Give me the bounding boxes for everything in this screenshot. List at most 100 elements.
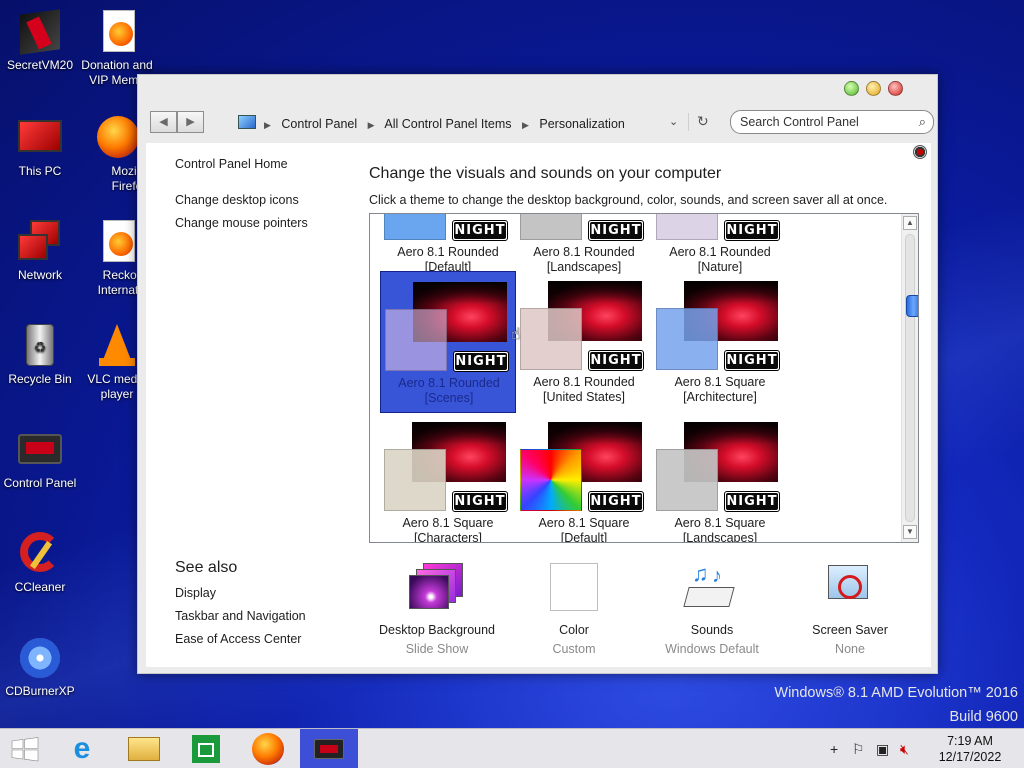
close-button[interactable] (888, 81, 903, 96)
night-badge-text: NIGHT (726, 352, 778, 369)
flag-icon[interactable]: ⚐ (852, 741, 865, 758)
theme-item[interactable]: NIGHT Aero 8.1 Square [Default] (516, 412, 652, 543)
see-also-ease-of-access[interactable]: Ease of Access Center (175, 632, 301, 646)
theme-label: Aero 8.1 Square [Default] (538, 516, 630, 543)
taskbar-control-panel[interactable] (300, 729, 358, 768)
monitor-icon (16, 114, 64, 162)
sounds-item[interactable]: ♫ ♪ Sounds Windows Default (642, 561, 782, 656)
night-badge-text: NIGHT (455, 353, 507, 370)
desktop-background-item[interactable]: Desktop Background Slide Show (367, 563, 507, 656)
scroll-down-icon[interactable]: ▼ (903, 525, 917, 539)
see-also-taskbar-navigation[interactable]: Taskbar and Navigation (175, 609, 306, 623)
refresh-icon[interactable]: ↻ (697, 113, 709, 130)
theme-color-swatch (384, 449, 446, 511)
screen-saver-icon (822, 563, 878, 615)
firefox-document-icon (93, 218, 141, 266)
night-badge: NIGHT (588, 350, 644, 371)
taskbar-store[interactable] (180, 729, 232, 768)
forward-button[interactable]: ▶ (177, 111, 204, 133)
address-divider (688, 113, 689, 131)
color-value: Custom (552, 642, 596, 656)
desktop-icon-label: Network (17, 268, 62, 282)
desktop-icon-recycle-bin[interactable]: ♻ Recycle Bin (0, 322, 80, 387)
taskbar-firefox[interactable] (242, 729, 294, 768)
windows-version-watermark: Windows® 8.1 AMD Evolution™ 2016 (774, 685, 1018, 701)
screen-saver-value: None (835, 642, 865, 656)
desktop-icon-label: Control Panel (3, 476, 77, 490)
theme-item[interactable]: NIGHT Aero 8.1 Rounded [United States] (516, 271, 652, 413)
night-badge-text: NIGHT (454, 493, 506, 510)
screen-saver-item[interactable]: Screen Saver None (780, 563, 920, 656)
taskbar-internet-explorer[interactable]: e (56, 729, 108, 768)
theme-item-selected[interactable]: NIGHT Aero 8.1 Rounded [Scenes] (380, 271, 516, 413)
clock[interactable]: 7:19 AM 12/17/2022 (930, 733, 1010, 765)
scroll-up-icon[interactable]: ▲ (903, 216, 917, 230)
theme-color-swatch (656, 449, 718, 511)
desktop-background-label: Desktop Background (378, 623, 496, 637)
desktop-icon-cdburnerxp[interactable]: CDBurnerXP (0, 634, 80, 699)
music-note-icon: ♫ (692, 561, 709, 586)
theme-color-swatch (520, 308, 582, 370)
desktop-icon-secretvm[interactable]: SecretVM20 (0, 8, 80, 73)
start-button[interactable] (0, 729, 52, 768)
desktop-icon-control-panel[interactable]: Control Panel (0, 426, 80, 491)
breadcrumb-personalization[interactable]: Personalization (539, 117, 624, 131)
theme-list: NIGHT Aero 8.1 Rounded [Default] NIGHT Ae… (369, 213, 919, 543)
search-placeholder: Search Control Panel (740, 115, 859, 129)
taskbar-file-explorer[interactable] (118, 729, 170, 768)
back-button[interactable]: ◀ (150, 111, 177, 133)
search-input[interactable]: Search Control Panel ⌕ (730, 110, 934, 134)
theme-item[interactable]: NIGHT Aero 8.1 Square [Architecture] (652, 271, 788, 413)
theme-color-swatch (384, 214, 446, 240)
desktop-icon-label: Recycle Bin (8, 372, 72, 386)
sidebar-link-control-panel-home[interactable]: Control Panel Home (175, 157, 288, 171)
night-badge: NIGHT (452, 220, 508, 241)
night-badge: NIGHT (453, 351, 509, 372)
volume-muted-icon[interactable]: 🔇︎ (900, 741, 909, 758)
show-hidden-icons[interactable]: + (830, 741, 838, 757)
night-badge-text: NIGHT (590, 222, 642, 239)
firefox-icon (252, 733, 284, 765)
breadcrumb-separator-icon: ▶ (367, 120, 375, 130)
breadcrumb-control-panel[interactable]: Control Panel (281, 117, 357, 131)
minimize-button[interactable] (866, 81, 881, 96)
sounds-value: Windows Default (665, 642, 759, 656)
breadcrumb-separator-icon: ▶ (521, 120, 529, 130)
page-title: Change the visuals and sounds on your co… (369, 165, 722, 182)
scrollbar-thumb[interactable] (906, 295, 918, 317)
desktop-icon-network[interactable]: Network (0, 218, 80, 283)
scrollbar-track[interactable] (905, 234, 918, 522)
night-badge-text: NIGHT (590, 493, 642, 510)
firefox-document-icon (93, 8, 141, 56)
chevron-down-icon[interactable]: ⌄ (669, 115, 678, 128)
recycle-bin-icon: ♻ (16, 322, 64, 370)
desktop-icon-ccleaner[interactable]: CCleaner (0, 530, 80, 595)
theme-label: Aero 8.1 Square [Architecture] (674, 375, 766, 404)
firefox-icon (93, 114, 141, 162)
sidebar-link-change-mouse-pointers[interactable]: Change mouse pointers (175, 216, 308, 230)
sounds-icon: ♫ ♪ (683, 561, 740, 615)
theme-item[interactable]: NIGHT Aero 8.1 Square [Characters] (380, 412, 516, 542)
theme-label: Aero 8.1 Square [Landscapes] (674, 516, 766, 543)
theme-item[interactable]: NIGHT Aero 8.1 Square [Landscapes] (652, 412, 788, 543)
color-item[interactable]: Color Custom (504, 563, 644, 656)
color-fan-icon (520, 449, 582, 511)
address-bar: ◀ ▶ ▶ Control Panel ▶ All Control Panel … (146, 110, 934, 137)
breadcrumb-all-items[interactable]: All Control Panel Items (384, 117, 511, 131)
sidebar-link-change-desktop-icons[interactable]: Change desktop icons (175, 193, 299, 207)
search-icon[interactable]: ⌕ (919, 114, 926, 130)
network-status-icon[interactable]: ▣ (876, 741, 889, 758)
night-badge-text: NIGHT (590, 352, 642, 369)
clock-date: 12/17/2022 (938, 750, 1002, 764)
desktop-icon-this-pc[interactable]: This PC (0, 114, 80, 179)
screen-saver-label: Screen Saver (812, 623, 888, 637)
see-also-display[interactable]: Display (175, 586, 216, 600)
restore-button[interactable] (844, 81, 859, 96)
forward-arrow-icon: ▶ (186, 116, 195, 128)
help-icon[interactable] (913, 145, 927, 159)
theme-list-scrollbar[interactable]: ▲ ▼ (901, 214, 918, 542)
see-also-heading: See also (175, 559, 238, 576)
music-note-icon: ♪ (712, 565, 722, 587)
ccleaner-icon (16, 530, 64, 578)
desktop-icon-label: CDBurnerXP (5, 684, 75, 698)
